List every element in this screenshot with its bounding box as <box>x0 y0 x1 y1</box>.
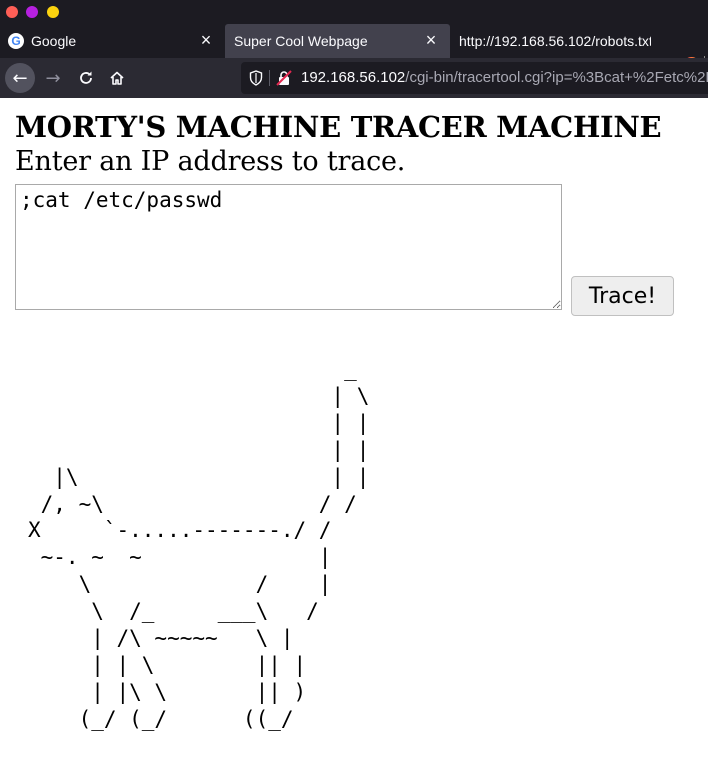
home-icon <box>110 71 124 85</box>
url-text: 192.168.56.102/cgi-bin/tracertool.cgi?ip… <box>301 69 708 86</box>
address-bar-divider <box>269 70 270 86</box>
window-maximize-button[interactable] <box>47 6 59 18</box>
arrow-left-icon: ← <box>12 67 28 89</box>
url-host: 192.168.56.102 <box>301 69 406 86</box>
ip-input[interactable]: ;cat /etc/passwd <box>15 184 562 310</box>
navigation-toolbar: ← → 192.168.56.102/cgi-bin/tracertool.cg… <box>0 58 708 98</box>
trace-button[interactable]: Trace! <box>571 276 674 316</box>
reload-icon <box>80 71 92 84</box>
insecure-lock-icon[interactable] <box>276 70 292 86</box>
tab-label: Super Cool Webpage <box>234 33 368 49</box>
window-close-button[interactable] <box>6 6 18 18</box>
tracking-shield-icon[interactable] <box>249 70 263 86</box>
google-icon: G <box>8 33 24 49</box>
forward-button[interactable]: → <box>38 63 68 93</box>
tab-strip: G Google × Super Cool Webpage × http://1… <box>0 24 708 76</box>
home-button[interactable] <box>102 63 132 93</box>
tab-label: http://192.168.56.102/robots.txt <box>459 33 651 49</box>
tab-label: Google <box>31 33 77 49</box>
close-tab-icon[interactable]: × <box>422 31 440 49</box>
tab-super-cool-webpage[interactable]: Super Cool Webpage × <box>225 24 450 58</box>
close-tab-icon[interactable]: × <box>197 31 215 49</box>
tab-google[interactable]: G Google × <box>0 24 225 58</box>
back-button[interactable]: ← <box>5 63 35 93</box>
address-bar[interactable]: 192.168.56.102/cgi-bin/tracertool.cgi?ip… <box>241 62 708 94</box>
arrow-right-icon: → <box>45 67 61 89</box>
tab-robots-txt[interactable]: http://192.168.56.102/robots.txt <box>450 24 676 58</box>
page-title: MORTY'S MACHINE TRACER MACHINE <box>15 110 662 144</box>
url-path: /cgi-bin/tracertool.cgi?ip=%3Bcat+%2Fetc… <box>405 69 708 86</box>
reload-button[interactable] <box>71 63 101 93</box>
ascii-cat-art: _ | \ | | | | |\ | | /, ~\ / / X `-.....… <box>28 357 370 731</box>
ip-prompt: Enter an IP address to trace. <box>15 146 406 177</box>
window-minimize-button[interactable] <box>26 6 38 18</box>
window-titlebar <box>0 0 708 24</box>
